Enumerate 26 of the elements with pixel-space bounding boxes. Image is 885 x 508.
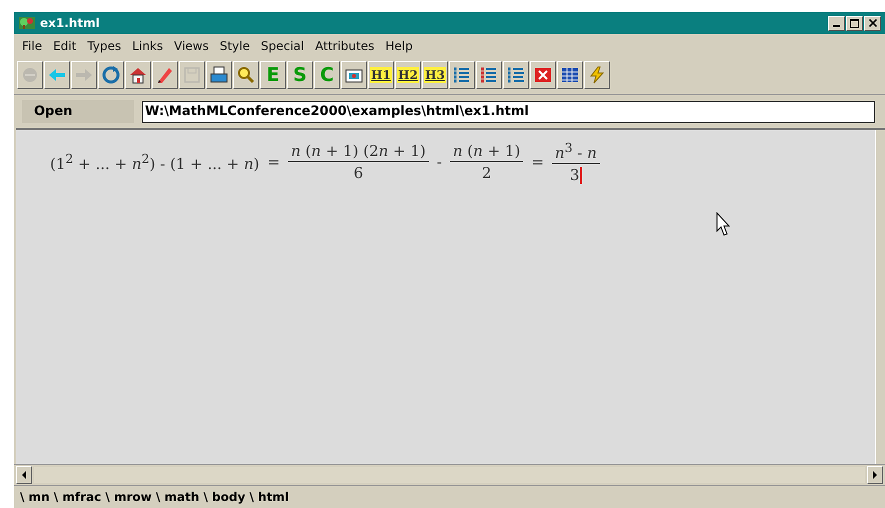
denominator: 6 xyxy=(354,164,364,182)
numerator: n (n + 1) (2𝑛 + 1) xyxy=(288,142,429,162)
toolbar-button[interactable]: H1 xyxy=(368,61,394,89)
address-field[interactable]: W:\MathMLConference2000\examples\html\ex1.html xyxy=(142,100,875,122)
menu-item[interactable]: Views xyxy=(174,39,209,53)
menu-item[interactable]: Types xyxy=(87,39,122,53)
math-operator: = xyxy=(267,153,280,171)
math-operator: = xyxy=(531,153,544,171)
denominator: 2 xyxy=(482,164,492,182)
denominator: 3 xyxy=(570,166,580,184)
math-operator: - xyxy=(436,153,442,171)
toolbar-button[interactable]: H2 xyxy=(395,61,421,89)
numerator: n (n + 1) xyxy=(450,142,524,162)
menu-item[interactable]: Help xyxy=(385,39,413,53)
menu-item[interactable]: Links xyxy=(132,39,163,53)
menu-item[interactable]: Attributes xyxy=(315,39,374,53)
window-title: ex1.html xyxy=(40,16,101,30)
element-path: \ mn \ mfrac \ mrow \ math \ body \ html xyxy=(20,490,289,504)
numerator: n$^{3}$ - n xyxy=(552,140,600,164)
math-expression: (1$^{2}$ + ... + n$^{2}$) - (1 + ... + n) xyxy=(50,151,260,173)
menu-item[interactable]: Special xyxy=(260,39,304,53)
toolbar-button[interactable]: H3 xyxy=(422,61,448,89)
menu-item[interactable]: Style xyxy=(220,39,250,53)
open-label: Open xyxy=(22,100,134,123)
menu-item[interactable]: File xyxy=(22,39,42,53)
menu-item[interactable]: Edit xyxy=(53,39,76,53)
